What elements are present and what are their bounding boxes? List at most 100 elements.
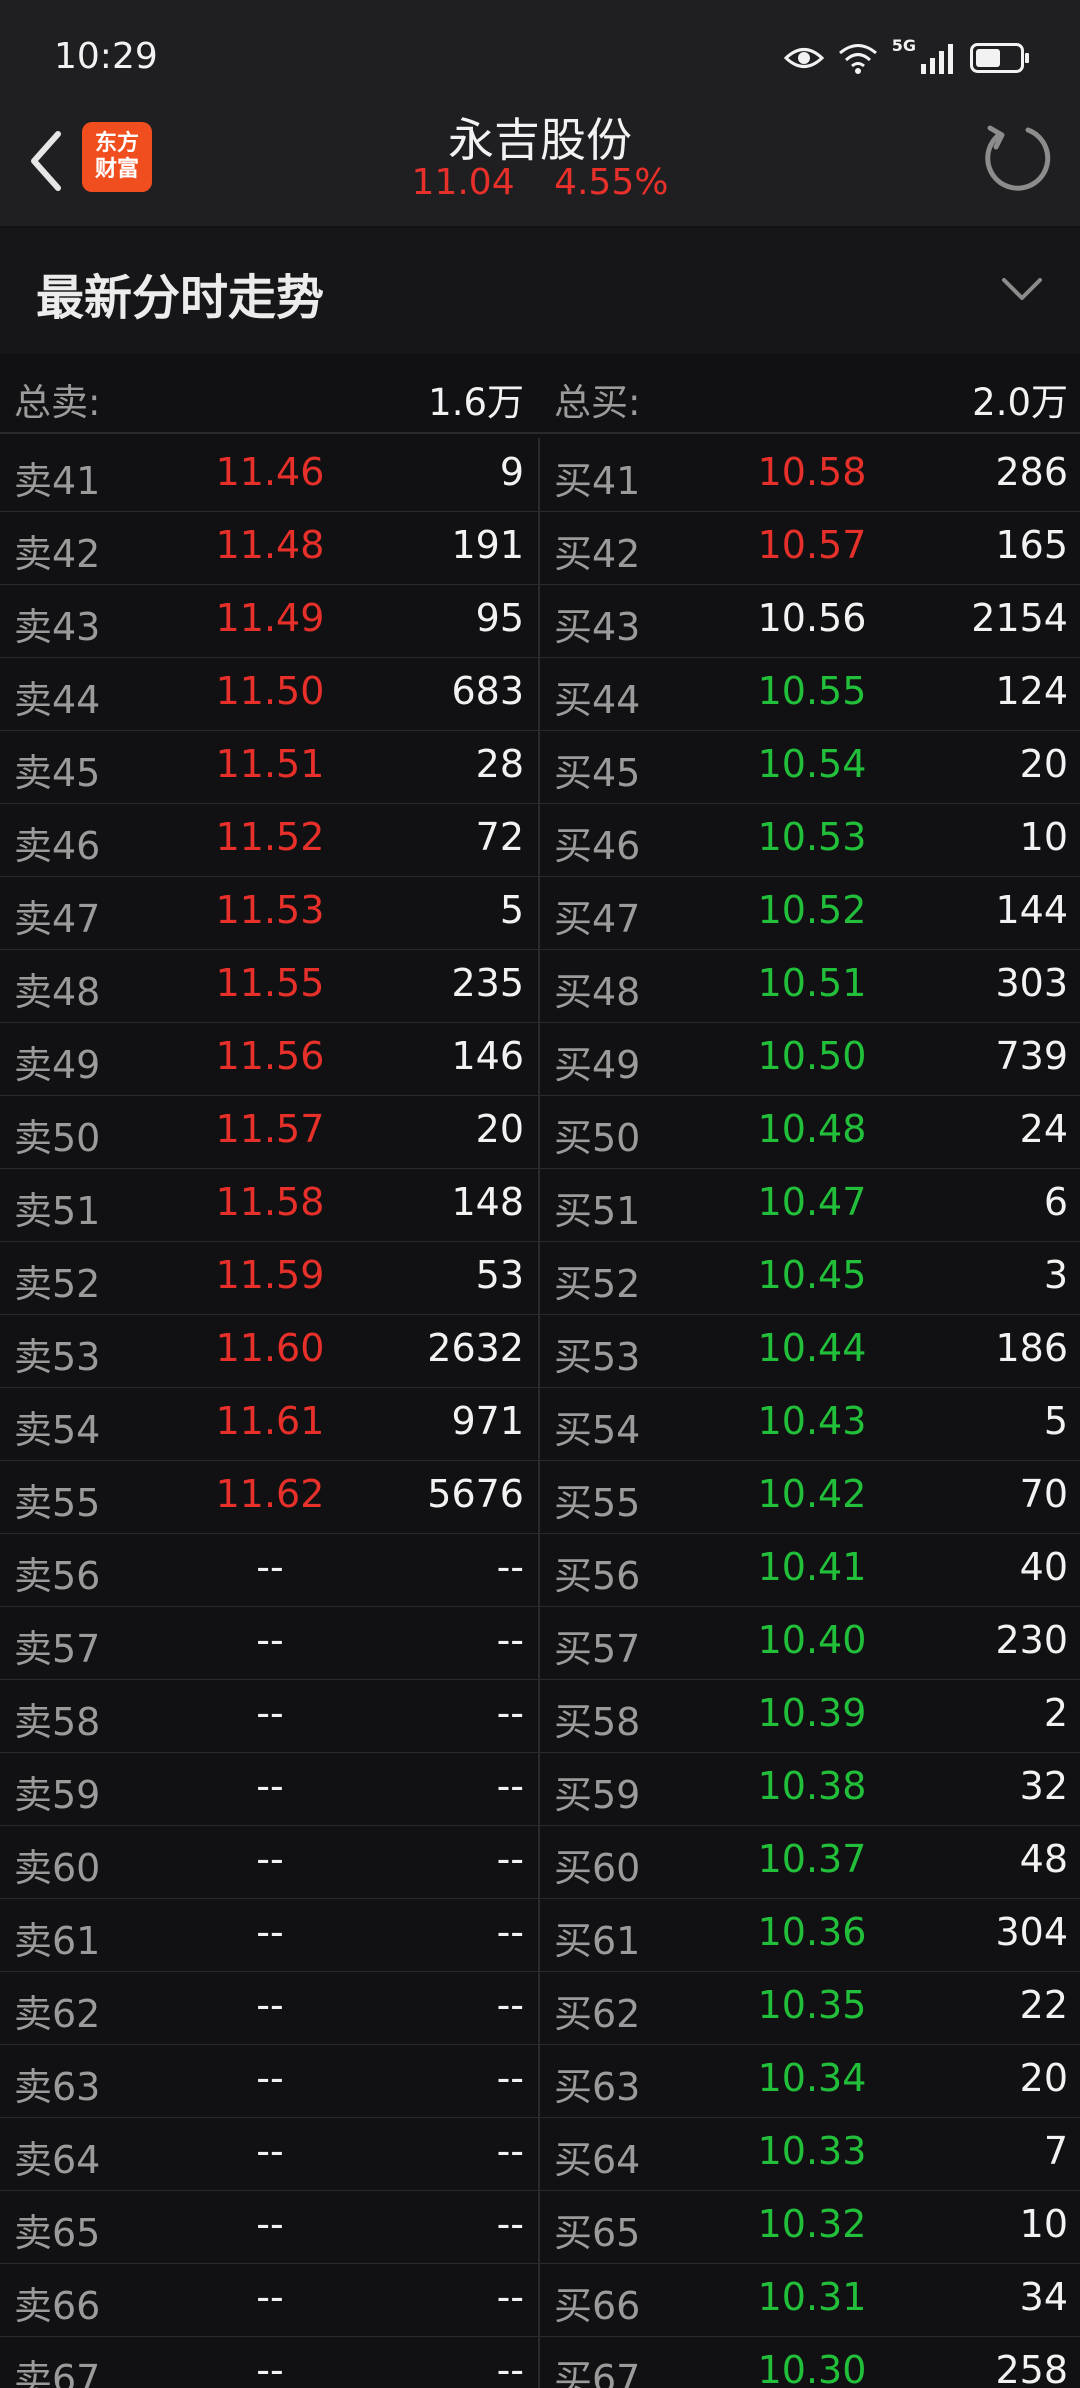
refresh-icon[interactable] xyxy=(978,120,1054,196)
sell-level-label: 卖48 xyxy=(14,970,101,1014)
network-type: 5G xyxy=(891,36,916,55)
sell-level-label: 卖52 xyxy=(14,1262,101,1306)
sell-volume: 971 xyxy=(451,1399,524,1443)
buy-level-label: 买64 xyxy=(554,2138,641,2182)
order-book-row: 卖51 11.58 148 买51 10.47 6 xyxy=(0,1168,1080,1242)
buy-level-label: 买65 xyxy=(554,2211,641,2255)
total-sell-label: 总卖: xyxy=(14,381,101,424)
buy-price: 10.55 xyxy=(757,669,867,713)
buy-price: 10.31 xyxy=(757,2275,867,2319)
buy-volume: 303 xyxy=(995,961,1068,1005)
buy-level-label: 买62 xyxy=(554,1992,641,2036)
order-book-row: 卖54 11.61 971 买54 10.43 5 xyxy=(0,1387,1080,1461)
buy-price: 10.45 xyxy=(757,1253,867,1297)
sell-price: 11.57 xyxy=(215,1107,325,1151)
sell-price: -- xyxy=(256,2129,284,2173)
buy-level-label: 买48 xyxy=(554,970,641,1014)
order-book-row: 卖48 11.55 235 买48 10.51 303 xyxy=(0,949,1080,1023)
buy-price: 10.34 xyxy=(757,2056,867,2100)
sell-volume: 53 xyxy=(475,1253,524,1297)
buy-level-label: 买51 xyxy=(554,1189,641,1233)
buy-level-label: 买63 xyxy=(554,2065,641,2109)
sell-level-label: 卖56 xyxy=(14,1554,101,1598)
sell-level-label: 卖65 xyxy=(14,2211,101,2255)
order-book-row: 卖67 -- -- 买67 10.30 258 xyxy=(0,2336,1080,2388)
sell-price: 11.50 xyxy=(215,669,325,713)
stock-quote: 11.04 4.55% xyxy=(0,162,1080,203)
buy-price: 10.41 xyxy=(757,1545,867,1589)
buy-price: 10.42 xyxy=(757,1472,867,1516)
sell-volume: -- xyxy=(496,2129,524,2173)
buy-volume: 10 xyxy=(1019,815,1068,859)
order-book-row: 卖41 11.46 9 买41 10.58 286 xyxy=(0,438,1080,512)
sell-price: 11.60 xyxy=(215,1326,325,1370)
chevron-down-icon[interactable] xyxy=(1000,274,1044,304)
buy-volume: 20 xyxy=(1019,2056,1068,2100)
sell-level-label: 卖47 xyxy=(14,897,101,941)
buy-price: 10.53 xyxy=(757,815,867,859)
sell-price: 11.49 xyxy=(215,596,325,640)
order-book-row: 卖50 11.57 20 买50 10.48 24 xyxy=(0,1095,1080,1169)
sell-price: 11.58 xyxy=(215,1180,325,1224)
sell-price: 11.59 xyxy=(215,1253,325,1297)
sell-level-label: 卖67 xyxy=(14,2357,101,2388)
sell-level-label: 卖50 xyxy=(14,1116,101,1160)
buy-volume: 739 xyxy=(995,1034,1068,1078)
buy-volume: 144 xyxy=(995,888,1068,932)
sell-volume: 191 xyxy=(451,523,524,567)
buy-volume: 6 xyxy=(1043,1180,1068,1224)
sell-volume: 5 xyxy=(499,888,524,932)
order-book-row: 卖64 -- -- 买64 10.33 7 xyxy=(0,2117,1080,2191)
total-sell-value: 1.6万 xyxy=(428,381,524,424)
order-book-row: 卖44 11.50 683 买44 10.55 124 xyxy=(0,657,1080,731)
sell-volume: 683 xyxy=(451,669,524,713)
sell-price: -- xyxy=(256,2202,284,2246)
buy-volume: 124 xyxy=(995,669,1068,713)
buy-volume: 286 xyxy=(995,450,1068,494)
buy-volume: 24 xyxy=(1019,1107,1068,1151)
order-book-row: 卖42 11.48 191 买42 10.57 165 xyxy=(0,511,1080,585)
sell-price: 11.55 xyxy=(215,961,325,1005)
stock-change-pct: 4.55% xyxy=(554,162,669,203)
wifi-icon xyxy=(838,44,877,74)
buy-volume: 7 xyxy=(1043,2129,1068,2173)
order-book-row: 卖47 11.53 5 买47 10.52 144 xyxy=(0,876,1080,950)
sell-price: -- xyxy=(256,2275,284,2319)
buy-volume: 5 xyxy=(1043,1399,1068,1443)
buy-level-label: 买59 xyxy=(554,1773,641,1817)
total-buy-value: 2.0万 xyxy=(972,381,1068,424)
buy-price: 10.44 xyxy=(757,1326,867,1370)
buy-volume: 40 xyxy=(1019,1545,1068,1589)
sell-volume: -- xyxy=(496,1618,524,1662)
buy-volume: 34 xyxy=(1019,2275,1068,2319)
buy-price: 10.37 xyxy=(757,1837,867,1881)
sell-volume: -- xyxy=(496,1983,524,2027)
buy-level-label: 买54 xyxy=(554,1408,641,1452)
sell-price: 11.51 xyxy=(215,742,325,786)
sell-level-label: 卖45 xyxy=(14,751,101,795)
order-book-row: 卖65 -- -- 买65 10.32 10 xyxy=(0,2190,1080,2264)
sell-volume: -- xyxy=(496,1910,524,1954)
buy-price: 10.50 xyxy=(757,1034,867,1078)
buy-volume: 304 xyxy=(995,1910,1068,1954)
buy-volume: 48 xyxy=(1019,1837,1068,1881)
buy-price: 10.32 xyxy=(757,2202,867,2246)
sell-level-label: 卖63 xyxy=(14,2065,101,2109)
sell-price: -- xyxy=(256,1618,284,1662)
sell-level-label: 卖61 xyxy=(14,1919,101,1963)
buy-price: 10.47 xyxy=(757,1180,867,1224)
buy-level-label: 买49 xyxy=(554,1043,641,1087)
status-icons: 5G xyxy=(783,36,1030,80)
sell-volume: -- xyxy=(496,1545,524,1589)
section-title: 最新分时走势 xyxy=(36,270,325,326)
sell-price: 11.48 xyxy=(215,523,325,567)
sell-level-label: 卖66 xyxy=(14,2284,101,2328)
order-book-row: 卖58 -- -- 买58 10.39 2 xyxy=(0,1679,1080,1753)
sell-level-label: 卖51 xyxy=(14,1189,101,1233)
sell-price: -- xyxy=(256,1910,284,1954)
order-book[interactable]: 卖41 11.46 9 买41 10.58 286 卖42 11.48 191 买42 10.57 1… xyxy=(0,438,1080,2388)
order-book-row: 卖59 -- -- 买59 10.38 32 xyxy=(0,1752,1080,1826)
order-book-row: 卖56 -- -- 买56 10.41 40 xyxy=(0,1533,1080,1607)
section-header[interactable]: 最新分时走势 xyxy=(0,228,1080,354)
sell-level-label: 卖57 xyxy=(14,1627,101,1671)
